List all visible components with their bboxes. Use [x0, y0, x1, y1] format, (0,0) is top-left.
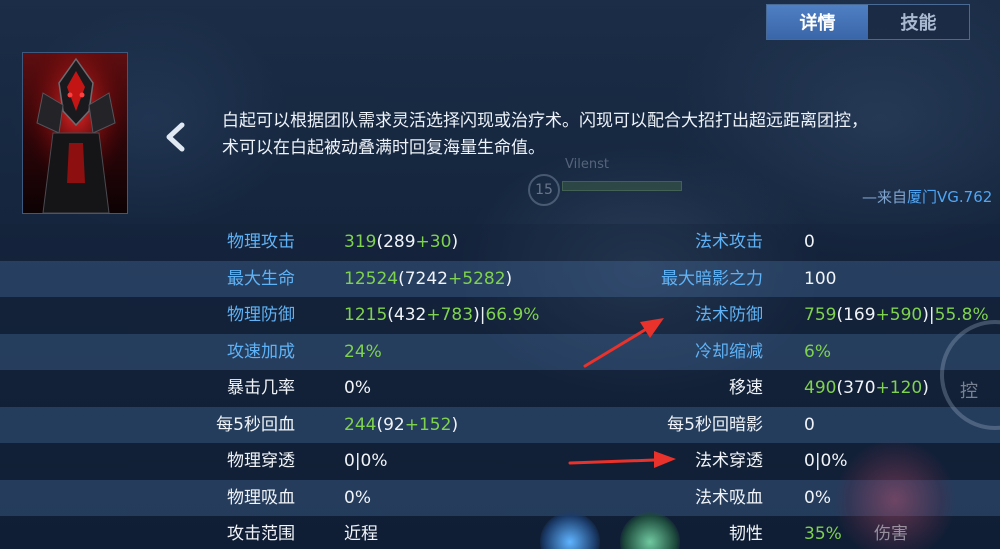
annotation-arrow-2	[568, 451, 676, 468]
hero-detail-panel: Vilenst 15 详情 技能 白起可以根据团队需求灵活选择闪现或治疗术。闪现…	[0, 0, 1000, 549]
annotation-arrow-1	[583, 318, 664, 368]
annotation-arrows	[568, 318, 676, 468]
